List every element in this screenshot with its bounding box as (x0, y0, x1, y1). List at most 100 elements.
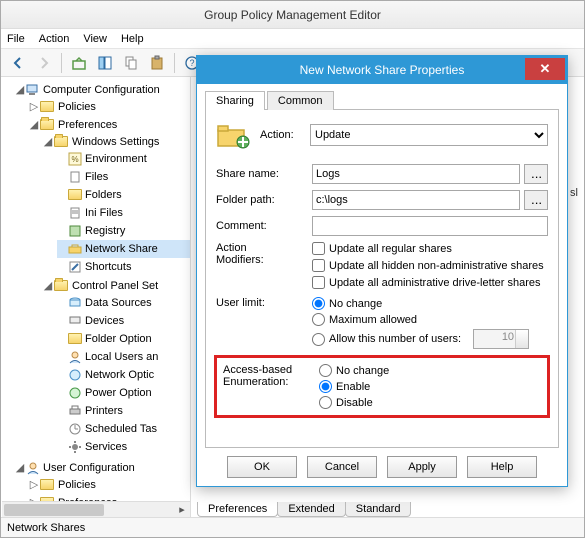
cancel-button[interactable]: Cancel (307, 456, 377, 478)
ok-button[interactable]: OK (227, 456, 297, 478)
schedtask-icon (68, 422, 82, 436)
radio-abe-nochange[interactable] (319, 364, 332, 377)
svg-text:?: ? (189, 58, 194, 68)
radio-ul-max-label: Maximum allowed (329, 314, 417, 326)
radio-ul-max[interactable] (312, 313, 325, 326)
tree-shortcuts[interactable]: Shortcuts (85, 261, 131, 273)
tree-windows-settings[interactable]: Windows Settings (72, 136, 159, 148)
folder-path-input[interactable] (312, 190, 520, 210)
tree-twisty[interactable]: ◢ (15, 82, 25, 98)
share-name-input[interactable] (312, 164, 520, 184)
tab-common[interactable]: Common (267, 91, 334, 110)
datasource-icon (68, 296, 82, 310)
dialog-title-bar[interactable]: New Network Share Properties ✕ (197, 56, 567, 84)
tree-network-options[interactable]: Network Optic (85, 369, 154, 381)
tab-preferences[interactable]: Preferences (197, 502, 278, 517)
printers-icon (68, 404, 82, 418)
comment-label: Comment: (216, 220, 312, 232)
tree-folder-options[interactable]: Folder Option (85, 333, 152, 345)
copy-button[interactable] (120, 52, 142, 74)
gpme-window: Group Policy Management Editor File Acti… (0, 0, 585, 538)
radio-abe-disable-label: Disable (336, 397, 373, 409)
menu-file[interactable]: File (7, 33, 25, 45)
share-name-browse-button[interactable]: ... (524, 164, 548, 184)
tree-scrollbar[interactable]: ▸ (2, 501, 190, 517)
menu-action[interactable]: Action (39, 33, 70, 45)
network-share-icon (68, 242, 82, 256)
tree-power-options[interactable]: Power Option (85, 387, 152, 399)
power-icon (68, 386, 82, 400)
tree-twisty[interactable]: ▷ (29, 477, 39, 493)
tree-twisty[interactable]: ◢ (43, 134, 53, 150)
action-select[interactable]: Update (310, 124, 548, 146)
up-button[interactable] (68, 52, 90, 74)
dialog-button-bar: OK Cancel Apply Help (197, 456, 567, 478)
tab-extended[interactable]: Extended (277, 502, 345, 517)
users-icon (68, 350, 82, 364)
toolbar-separator (61, 53, 62, 73)
tree-registry[interactable]: Registry (85, 225, 125, 237)
network-options-icon (68, 368, 82, 382)
tab-standard[interactable]: Standard (345, 502, 412, 517)
clipped-text: sl (570, 187, 578, 199)
tree-twisty[interactable]: ◢ (29, 117, 39, 133)
paste-button[interactable] (146, 52, 168, 74)
tree-printers[interactable]: Printers (85, 405, 123, 417)
tree-data-sources[interactable]: Data Sources (85, 297, 152, 309)
status-bar: Network Shares (1, 517, 584, 537)
close-button[interactable]: ✕ (525, 58, 565, 80)
tree-devices[interactable]: Devices (85, 315, 124, 327)
folder-options-icon (68, 332, 82, 346)
apply-button[interactable]: Apply (387, 456, 457, 478)
menu-help[interactable]: Help (121, 33, 144, 45)
help-button[interactable]: Help (467, 456, 537, 478)
radio-abe-nochange-label: No change (336, 365, 389, 377)
radio-abe-enable-label: Enable (336, 381, 370, 393)
user-limit-spinner[interactable]: 10 (473, 329, 529, 349)
menu-view[interactable]: View (83, 33, 107, 45)
share-name-label: Share name: (216, 168, 312, 180)
tree-environment[interactable]: Environment (85, 153, 147, 165)
abe-highlight: Access-based Enumeration: No change Enab… (214, 355, 550, 418)
tree-user-config[interactable]: User Configuration (43, 462, 135, 474)
tree-sched-tasks[interactable]: Scheduled Tas (85, 423, 157, 435)
scroll-right-icon[interactable]: ▸ (174, 502, 190, 517)
folder-icon (54, 280, 68, 291)
tree-folders[interactable]: Folders (85, 189, 122, 201)
tree-policies[interactable]: Policies (58, 101, 96, 113)
console-tree[interactable]: ◢ Computer Configuration ▷ Policies ◢ Prefe… (1, 77, 191, 517)
tree-services[interactable]: Services (85, 441, 127, 453)
abe-label: Access-based Enumeration: (223, 364, 319, 388)
window-title: Group Policy Management Editor (1, 1, 584, 29)
chk-regular-label: Update all regular shares (329, 243, 452, 255)
scrollbar-thumb[interactable] (4, 504, 104, 516)
tree-local-users[interactable]: Local Users an (85, 351, 158, 363)
radio-ul-allow[interactable] (312, 333, 325, 346)
folders-icon (68, 188, 82, 202)
tree-ini[interactable]: Ini Files (85, 207, 123, 219)
comment-input[interactable] (312, 216, 548, 236)
chk-drive-shares[interactable] (312, 276, 325, 289)
chk-regular-shares[interactable] (312, 242, 325, 255)
tree-computer-config[interactable]: Computer Configuration (43, 84, 160, 96)
back-button[interactable] (7, 52, 29, 74)
tree-network-shares[interactable]: Network Share (85, 243, 158, 255)
radio-abe-disable[interactable] (319, 396, 332, 409)
folder-path-browse-button[interactable]: ... (524, 190, 548, 210)
tree-twisty[interactable]: ◢ (43, 278, 53, 294)
show-hide-tree-button[interactable] (94, 52, 116, 74)
user-limit-label: User limit: (216, 297, 312, 309)
radio-ul-nochange[interactable] (312, 297, 325, 310)
tree-preferences[interactable]: Preferences (58, 119, 117, 131)
tree-twisty[interactable]: ▷ (29, 99, 39, 115)
tab-sharing[interactable]: Sharing (205, 91, 265, 110)
devices-icon (68, 314, 82, 328)
tree-twisty[interactable]: ◢ (15, 460, 25, 476)
chk-hidden-shares[interactable] (312, 259, 325, 272)
files-icon (68, 170, 82, 184)
tree-u-policies[interactable]: Policies (58, 479, 96, 491)
details-tabs: Preferences Extended Standard (197, 497, 410, 517)
tree-files[interactable]: Files (85, 171, 108, 183)
radio-abe-enable[interactable] (319, 380, 332, 393)
tree-control-panel[interactable]: Control Panel Set (72, 280, 158, 292)
